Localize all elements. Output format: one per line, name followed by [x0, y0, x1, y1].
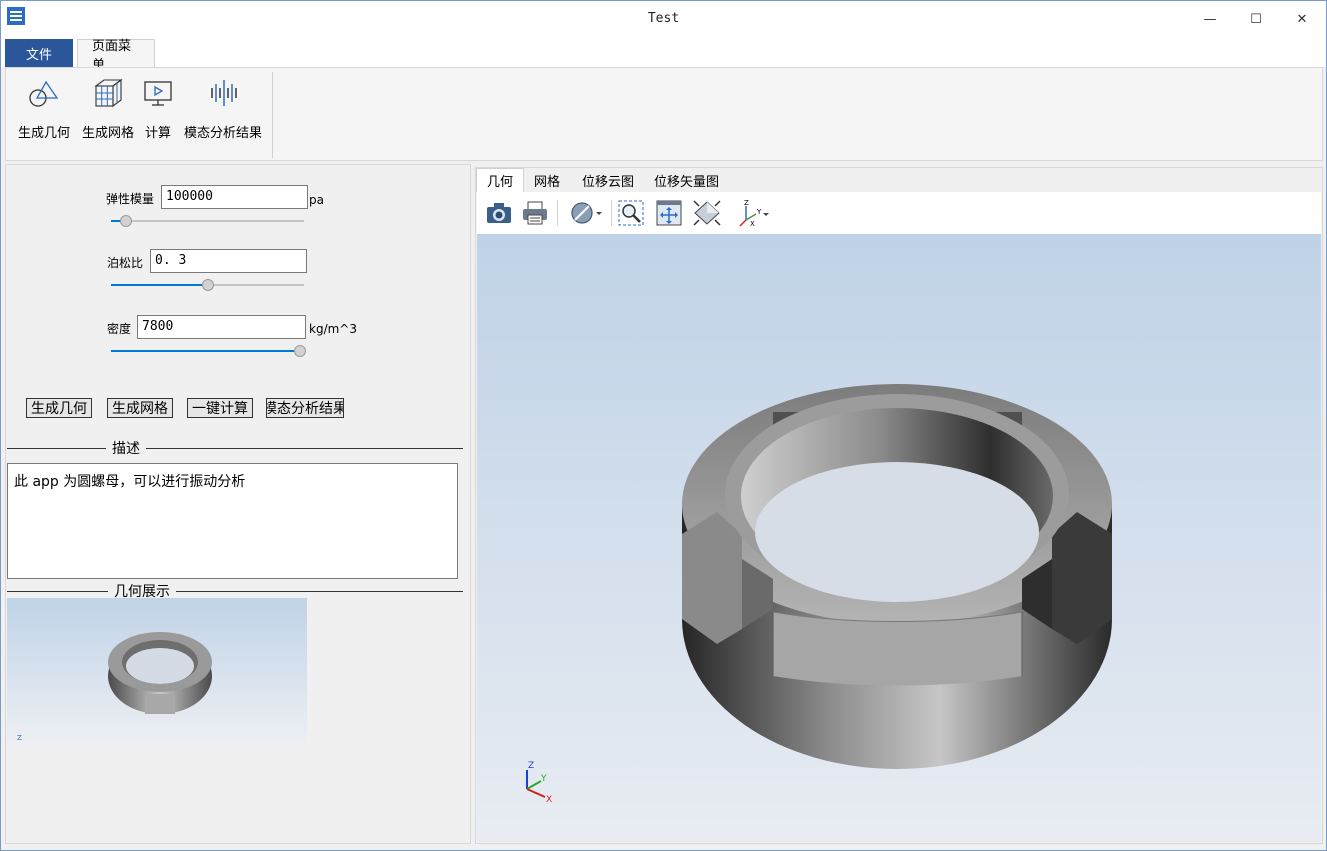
ribbon-compute-label: 计算	[144, 126, 171, 141]
ribbon-panel: 生成几何 生成网格 计算 模态分析结果	[5, 67, 1323, 161]
geometry-icon	[29, 80, 59, 107]
ribbon-separator	[272, 72, 273, 158]
tab-file[interactable]: 文件	[5, 39, 73, 67]
slider-fill	[111, 350, 301, 352]
tab-mesh[interactable]: 网格	[524, 168, 570, 192]
slider-thumb[interactable]	[120, 215, 133, 227]
viewer-toolbar: Z Y X	[477, 192, 1321, 234]
close-button[interactable]: ✕	[1279, 1, 1325, 37]
view-cube-icon	[693, 200, 721, 226]
poisson-ratio-input[interactable]: 0. 3	[150, 249, 307, 273]
axis-x-label: X	[546, 795, 552, 805]
ribbon-compute-button[interactable]: 计算	[140, 72, 176, 142]
slider-fill	[111, 284, 208, 286]
density-label: 密度	[107, 322, 132, 336]
camera-icon	[487, 203, 511, 223]
geometry-preview-image: Z	[7, 598, 307, 748]
axis-z-label: Z	[528, 761, 534, 771]
description-group-line	[7, 448, 463, 449]
density-unit: kg/m^3	[309, 322, 357, 336]
slider-track	[111, 220, 304, 222]
modal-analysis-result-button[interactable]: 模态分析结果	[266, 398, 344, 418]
poisson-ratio-slider[interactable]	[111, 279, 304, 291]
3d-viewport[interactable]: Z Y X	[477, 234, 1321, 842]
generate-geometry-button[interactable]: 生成几何	[26, 398, 92, 418]
ribbon-mesh-button[interactable]: 生成网格	[78, 72, 138, 142]
elastic-modulus-slider[interactable]	[111, 215, 304, 227]
window-title: Test	[647, 11, 680, 26]
print-icon	[523, 201, 547, 225]
toolbar-separator	[611, 200, 612, 226]
description-group-title: 描述	[106, 438, 146, 458]
ribbon-geometry-label: 生成几何	[17, 126, 70, 141]
axes-icon-x: X	[750, 220, 755, 228]
minimize-button[interactable]: —	[1187, 1, 1233, 37]
zoom-box-button[interactable]	[615, 197, 647, 229]
density-input[interactable]: 7800	[137, 315, 306, 339]
visibility-icon	[571, 202, 602, 224]
toolbar-separator	[557, 200, 558, 226]
view-cube-button[interactable]	[691, 197, 723, 229]
elastic-modulus-input[interactable]: 100000	[161, 185, 308, 209]
ribbon-modal-result-button[interactable]: 模态分析结果	[182, 72, 264, 142]
axes-icon-y: Y	[756, 208, 762, 216]
maximize-button[interactable]: ☐	[1233, 1, 1279, 37]
zoom-box-icon	[618, 200, 644, 226]
slider-thumb[interactable]	[294, 345, 307, 357]
modal-result-icon	[211, 80, 237, 106]
poisson-ratio-label: 泊松比	[107, 256, 144, 270]
ribbon-modal-result-label: 模态分析结果	[183, 126, 262, 141]
visibility-dropdown-button[interactable]	[567, 197, 607, 229]
axes-icon: Z Y X	[739, 199, 769, 228]
screenshot-button[interactable]	[483, 197, 515, 229]
density-slider[interactable]	[111, 345, 307, 357]
fit-view-button[interactable]	[653, 197, 685, 229]
preview-ring-nut: Z	[17, 632, 212, 742]
tab-displacement-vector[interactable]: 位移矢量图	[644, 168, 729, 192]
tab-geometry[interactable]: 几何	[476, 168, 525, 192]
description-text-box[interactable]: 此 app 为圆螺母，可以进行振动分析	[7, 463, 458, 579]
viewer-panel: 几何 网格 位移云图 位移矢量图 Z Y X Z Y X	[475, 167, 1323, 844]
ribbon-geometry-button[interactable]: 生成几何	[14, 72, 74, 142]
tab-displacement-contour[interactable]: 位移云图	[572, 168, 644, 192]
slider-thumb[interactable]	[201, 279, 214, 291]
parameter-panel: 弹性模量 100000 pa 泊松比 0. 3 密度 7800 kg/m^3 生…	[5, 164, 471, 844]
ribbon-mesh-label: 生成网格	[81, 126, 134, 141]
ring-nut-model: Z Y X	[526, 384, 1112, 805]
compute-icon	[144, 81, 172, 106]
one-click-compute-button[interactable]: 一键计算	[187, 398, 253, 418]
tab-page-menu[interactable]: 页面菜单	[77, 39, 155, 73]
ribbon-tab-bar: 文件 页面菜单	[1, 37, 1326, 73]
app-window: Test — ☐ ✕ 文件 页面菜单 生成几何 生成网格 计算 模态分析结果 弹…	[0, 0, 1327, 851]
print-button[interactable]	[519, 197, 551, 229]
mesh-icon	[94, 78, 123, 108]
fit-view-icon	[656, 200, 682, 226]
elastic-modulus-unit: pa	[309, 193, 324, 207]
preview-group-line	[7, 591, 463, 592]
axis-y-label: Y	[540, 774, 547, 784]
preview-axis-text: Z	[17, 734, 22, 742]
elastic-modulus-label: 弹性模量	[106, 192, 155, 206]
title-bar: Test — ☐ ✕	[1, 1, 1326, 37]
axes-orientation-button[interactable]: Z Y X	[733, 197, 773, 229]
axes-icon-z: Z	[744, 199, 749, 207]
generate-mesh-button[interactable]: 生成网格	[107, 398, 173, 418]
